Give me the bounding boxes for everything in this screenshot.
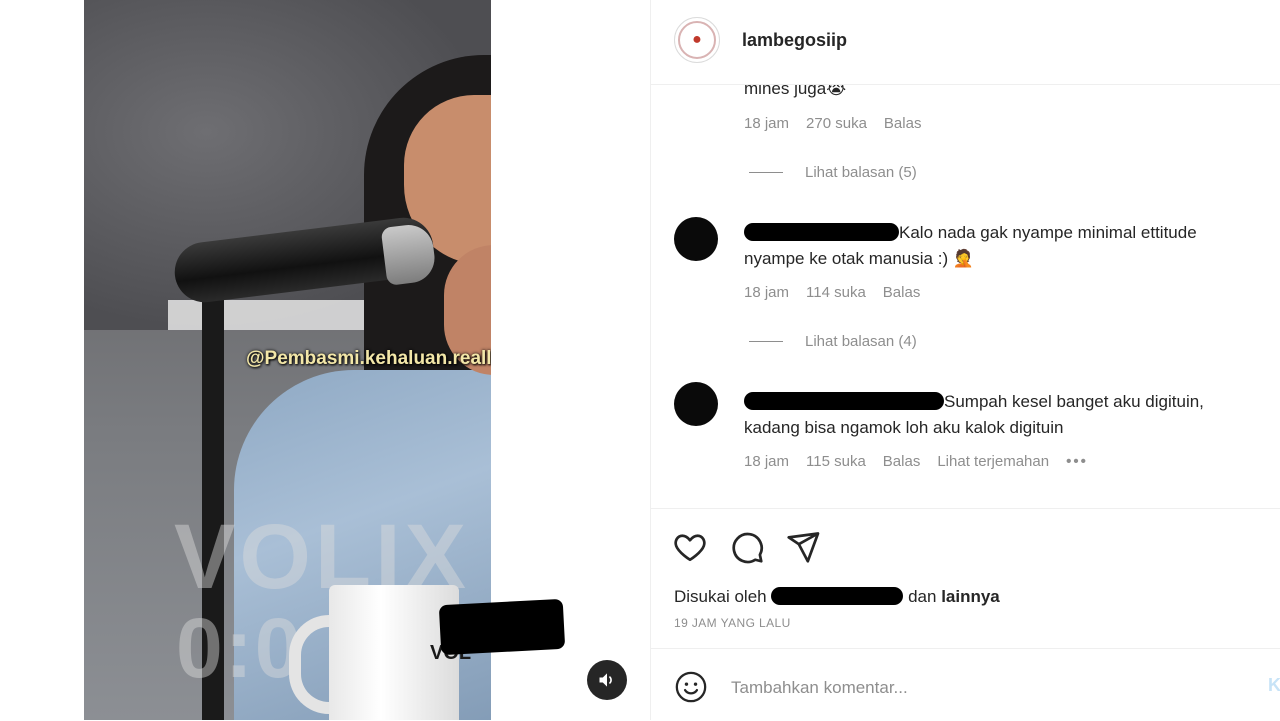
video-shelf	[168, 300, 368, 330]
post-video[interactable]: @Pembasmi.kehaluan.reall VOLIX 0:0 6:2 V…	[84, 0, 491, 720]
commenter-avatar[interactable]	[674, 217, 718, 261]
post-side-panel: ● lambegosiip mines juga😭 18 jam 270 suk…	[650, 0, 1280, 720]
comment-likes[interactable]: 114 suka	[806, 284, 866, 301]
post-actions: Disukai oleh dan lainnya 19 JAM YANG LAL…	[651, 508, 1280, 649]
comment-body: Kalo nada gak nyampe minimal ettitude ny…	[744, 220, 1254, 272]
comment-likes[interactable]: 115 suka	[806, 453, 866, 470]
liked-by-and: dan	[908, 587, 937, 606]
liked-by-prefix: Disukai oleh	[674, 587, 767, 606]
see-translation-button[interactable]: Lihat terjemahan	[937, 453, 1049, 470]
post-timestamp[interactable]: 19 JAM YANG LALU	[674, 616, 791, 630]
paper-plane-icon[interactable]	[785, 529, 821, 565]
add-comment-bar: K	[651, 648, 1280, 721]
comment-body: Sumpah kesel banget aku digituin, kadang…	[744, 389, 1254, 441]
comment-reply-button[interactable]: Balas	[883, 284, 921, 301]
sound-toggle-button[interactable]	[587, 660, 627, 700]
comment-time: 18 jam	[744, 284, 790, 301]
post-comment-button[interactable]: K	[1268, 675, 1280, 696]
comment-input[interactable]	[729, 673, 1253, 703]
comment-reply-button[interactable]: Balas	[883, 453, 921, 470]
video-watermark: @Pembasmi.kehaluan.reall	[246, 348, 491, 369]
comment-likes[interactable]: 270 suka	[806, 115, 867, 132]
video-panel: @Pembasmi.kehaluan.reall VOLIX 0:0 6:2 V…	[0, 0, 650, 720]
brand-logo-icon: ●	[678, 21, 716, 59]
redaction-mark	[438, 598, 566, 656]
comment-reply-button[interactable]: Balas	[884, 115, 922, 132]
liked-by-others-link[interactable]: lainnya	[941, 587, 1000, 606]
comment-meta: 18 jam 115 suka Balas Lihat terjemahan •…	[744, 453, 1088, 470]
comment-time: 18 jam	[744, 115, 790, 132]
emoji-smile-icon[interactable]	[674, 670, 708, 704]
post-username[interactable]: lambegosiip	[742, 30, 847, 51]
replies-divider	[749, 341, 783, 342]
liked-by-text: Disukai oleh dan lainnya	[674, 587, 1000, 607]
comment-time: 18 jam	[744, 453, 790, 470]
profile-avatar[interactable]: ●	[674, 17, 720, 63]
commenter-avatar[interactable]	[674, 382, 718, 426]
comment-text: mines juga😭	[744, 84, 847, 98]
view-replies-label: Lihat balasan (5)	[805, 164, 917, 181]
redacted-username	[744, 223, 899, 241]
redacted-username	[744, 392, 944, 410]
heart-icon[interactable]	[672, 529, 708, 565]
comment-bubble-icon[interactable]	[729, 529, 765, 565]
more-options-icon[interactable]: •••	[1066, 453, 1088, 470]
view-replies-button[interactable]: Lihat balasan (4)	[749, 333, 917, 350]
comments-list[interactable]: mines juga😭 18 jam 270 suka Balas Lihat …	[651, 84, 1280, 508]
redacted-username	[771, 587, 904, 605]
comment-meta: 18 jam 270 suka Balas	[744, 115, 921, 132]
speaker-icon	[599, 673, 612, 687]
view-replies-label: Lihat balasan (4)	[805, 333, 917, 350]
post-header: ● lambegosiip	[651, 0, 1280, 85]
comment-meta: 18 jam 114 suka Balas	[744, 284, 920, 301]
replies-divider	[749, 172, 783, 173]
view-replies-button[interactable]: Lihat balasan (5)	[749, 164, 917, 181]
